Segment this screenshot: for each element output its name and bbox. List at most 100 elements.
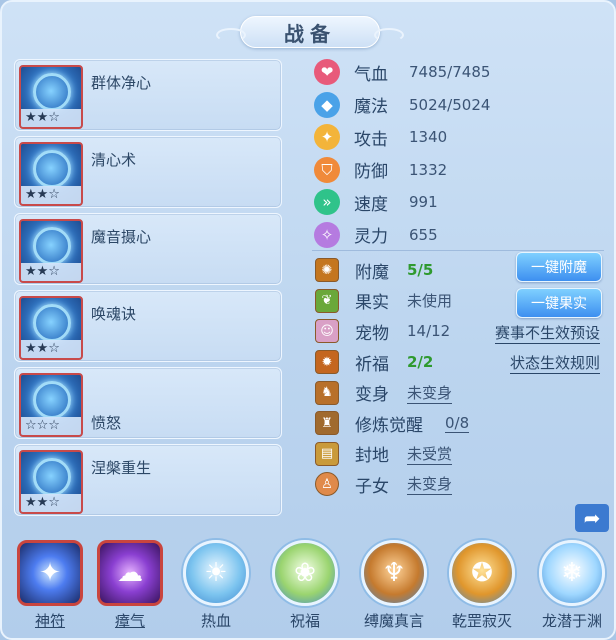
extra-value: 5/5 bbox=[407, 261, 434, 280]
extra-fief: ▤ 封地 未受赏 bbox=[312, 439, 612, 470]
fief-icon: ▤ bbox=[315, 441, 339, 466]
extra-value: 未使用 bbox=[407, 292, 453, 311]
miasma-icon: ☁ bbox=[97, 540, 163, 606]
attr-spirit: ✧ 灵力 655 bbox=[312, 219, 612, 252]
extra-cultivate: ♜ 修炼觉醒 0/8 bbox=[312, 408, 612, 439]
divider bbox=[312, 250, 604, 251]
extra-label: 附魔 bbox=[355, 262, 389, 283]
skill-name: 魔音摄心 bbox=[91, 228, 152, 246]
skill-card[interactable]: ★★☆ 唤魂诀 bbox=[14, 290, 282, 362]
bottom-item-label: 祝福 bbox=[289, 612, 320, 630]
skill-stars: ★★☆ bbox=[21, 263, 81, 281]
child-icon: ♙ bbox=[315, 472, 339, 497]
skill-card[interactable]: ★★☆ 魔音摄心 bbox=[14, 213, 282, 285]
attr-value: 7485/7485 bbox=[409, 63, 491, 82]
blessing-icon: ❀ bbox=[272, 540, 338, 606]
skill-stars: ★★☆ bbox=[21, 494, 81, 512]
dragon-icon: ❄ bbox=[539, 540, 605, 606]
hot-blood-icon: ☀ bbox=[183, 540, 249, 606]
extra-label: 修炼觉醒 bbox=[355, 415, 423, 436]
qiangang-icon: ✪ bbox=[449, 540, 515, 606]
attr-value: 1340 bbox=[409, 128, 448, 147]
bottom-item-zhangqi[interactable]: ☁ 瘴气 bbox=[90, 540, 170, 631]
bottom-item-label: 神符 bbox=[34, 612, 65, 630]
bottom-item-label: 热血 bbox=[200, 612, 231, 630]
share-button[interactable]: ➦ bbox=[575, 504, 609, 532]
skill-name: 群体净心 bbox=[91, 74, 152, 92]
fruit-icon: ❦ bbox=[315, 288, 339, 313]
attr-label: 气血 bbox=[354, 64, 388, 85]
attr-value: 1332 bbox=[409, 160, 448, 179]
bottom-item-fumozhenyan[interactable]: ♆ 缚魔真言 bbox=[354, 540, 434, 631]
pray-icon: ✹ bbox=[315, 350, 339, 375]
skill-stars: ★★☆ bbox=[21, 109, 81, 127]
attribute-list: ❤ 气血 7485/7485 ◆ 魔法 5024/5024 ✦ 攻击 1340 … bbox=[312, 56, 612, 251]
one-click-fruit-button[interactable]: 一键果实 bbox=[516, 288, 602, 318]
bottom-item-zhufu[interactable]: ❀ 祝福 bbox=[265, 540, 345, 631]
attr-label: 攻击 bbox=[354, 129, 388, 150]
bottom-item-label: 缚魔真言 bbox=[363, 612, 424, 630]
skill-stars: ☆☆☆ bbox=[21, 417, 81, 435]
attr-value: 991 bbox=[409, 193, 438, 212]
skill-name: 清心术 bbox=[91, 151, 137, 169]
extra-label: 封地 bbox=[355, 446, 389, 467]
bottom-item-qiangangjimie[interactable]: ✪ 乾罡寂灭 bbox=[442, 540, 522, 631]
extra-label: 宠物 bbox=[355, 323, 389, 344]
attr-speed: » 速度 991 bbox=[312, 186, 612, 219]
extra-label: 变身 bbox=[355, 385, 389, 406]
bottom-item-label: 瘴气 bbox=[114, 612, 145, 630]
bottom-skill-bar: ✦ 神符 ☁ 瘴气 ☀ 热血 ❀ 祝福 ♆ 缚魔真言 ✪ 乾罡寂灭 ❄ 龙潜于渊 bbox=[2, 532, 614, 638]
skill-stars: ★★☆ bbox=[21, 186, 81, 204]
extra-label: 祈福 bbox=[355, 354, 389, 375]
shield-icon: ⛉ bbox=[314, 156, 340, 183]
attr-label: 灵力 bbox=[354, 227, 388, 248]
pet-icon: ☺ bbox=[315, 319, 339, 344]
battle-prep-panel: 战备 ★★☆ 群体净心 ★★☆ 清心术 ★★☆ 魔音摄心 ★★☆ 唤魂诀 ☆☆☆ bbox=[0, 0, 616, 640]
skill-card[interactable]: ★★☆ 清心术 bbox=[14, 136, 282, 208]
extra-transform: ♞ 变身 未变身 bbox=[312, 377, 612, 408]
skill-card[interactable]: ★★☆ 涅槃重生 bbox=[14, 444, 282, 516]
transform-icon: ♞ bbox=[315, 380, 339, 405]
bottom-item-rexue[interactable]: ☀ 热血 bbox=[176, 540, 256, 631]
skill-name: 涅槃重生 bbox=[91, 459, 152, 477]
extra-label: 子女 bbox=[355, 476, 389, 497]
fief-link[interactable]: 未受赏 bbox=[407, 443, 453, 465]
attr-defense: ⛉ 防御 1332 bbox=[312, 154, 612, 187]
bottom-item-shenfu[interactable]: ✦ 神符 bbox=[10, 540, 90, 631]
attr-mp: ◆ 魔法 5024/5024 bbox=[312, 89, 612, 122]
attr-label: 速度 bbox=[354, 194, 388, 215]
attr-label: 魔法 bbox=[354, 97, 388, 118]
extra-value: 2/2 bbox=[407, 353, 434, 372]
page-title: 战备 bbox=[240, 16, 380, 48]
sword-icon: ✦ bbox=[314, 124, 340, 151]
skill-card[interactable]: ★★☆ 群体净心 bbox=[14, 59, 282, 131]
cloud-ornament-icon bbox=[374, 28, 404, 42]
demon-binding-icon: ♆ bbox=[361, 540, 427, 606]
speed-icon: » bbox=[314, 189, 340, 216]
one-click-enchant-button[interactable]: 一键附魔 bbox=[516, 252, 602, 282]
skill-icon: ★★☆ bbox=[19, 65, 83, 129]
heart-icon: ❤ bbox=[314, 59, 340, 86]
bottom-item-label: 乾罡寂灭 bbox=[451, 612, 512, 630]
share-icon: ➦ bbox=[583, 506, 601, 530]
skill-icon: ★★☆ bbox=[19, 219, 83, 283]
attr-value: 5024/5024 bbox=[409, 95, 491, 114]
skill-card[interactable]: ☆☆☆ 愤怒 bbox=[14, 367, 282, 439]
extra-child: ♙ 子女 未变身 bbox=[312, 469, 612, 500]
cultivate-link[interactable]: 0/8 bbox=[445, 414, 470, 433]
skill-icon: ★★☆ bbox=[19, 142, 83, 206]
skill-list: ★★☆ 群体净心 ★★☆ 清心术 ★★☆ 魔音摄心 ★★☆ 唤魂诀 ☆☆☆ 愤怒… bbox=[14, 59, 282, 521]
event-preset-link[interactable]: 赛事不生效预设 bbox=[494, 322, 600, 344]
enchant-icon: ✺ bbox=[315, 258, 339, 283]
skill-name: 愤怒 bbox=[91, 414, 122, 432]
bottom-item-longqianyuyuan[interactable]: ❄ 龙潜于渊 bbox=[532, 540, 612, 631]
extra-value: 14/12 bbox=[407, 322, 451, 341]
status-rules-link[interactable]: 状态生效规则 bbox=[509, 352, 600, 374]
attr-attack: ✦ 攻击 1340 bbox=[312, 121, 612, 154]
transform-link[interactable]: 未变身 bbox=[407, 382, 453, 404]
extra-label: 果实 bbox=[355, 293, 389, 314]
child-link[interactable]: 未变身 bbox=[407, 473, 453, 496]
skill-name: 唤魂诀 bbox=[91, 305, 137, 323]
bottom-item-label: 龙潜于渊 bbox=[541, 612, 602, 630]
attr-hp: ❤ 气血 7485/7485 bbox=[312, 56, 612, 89]
